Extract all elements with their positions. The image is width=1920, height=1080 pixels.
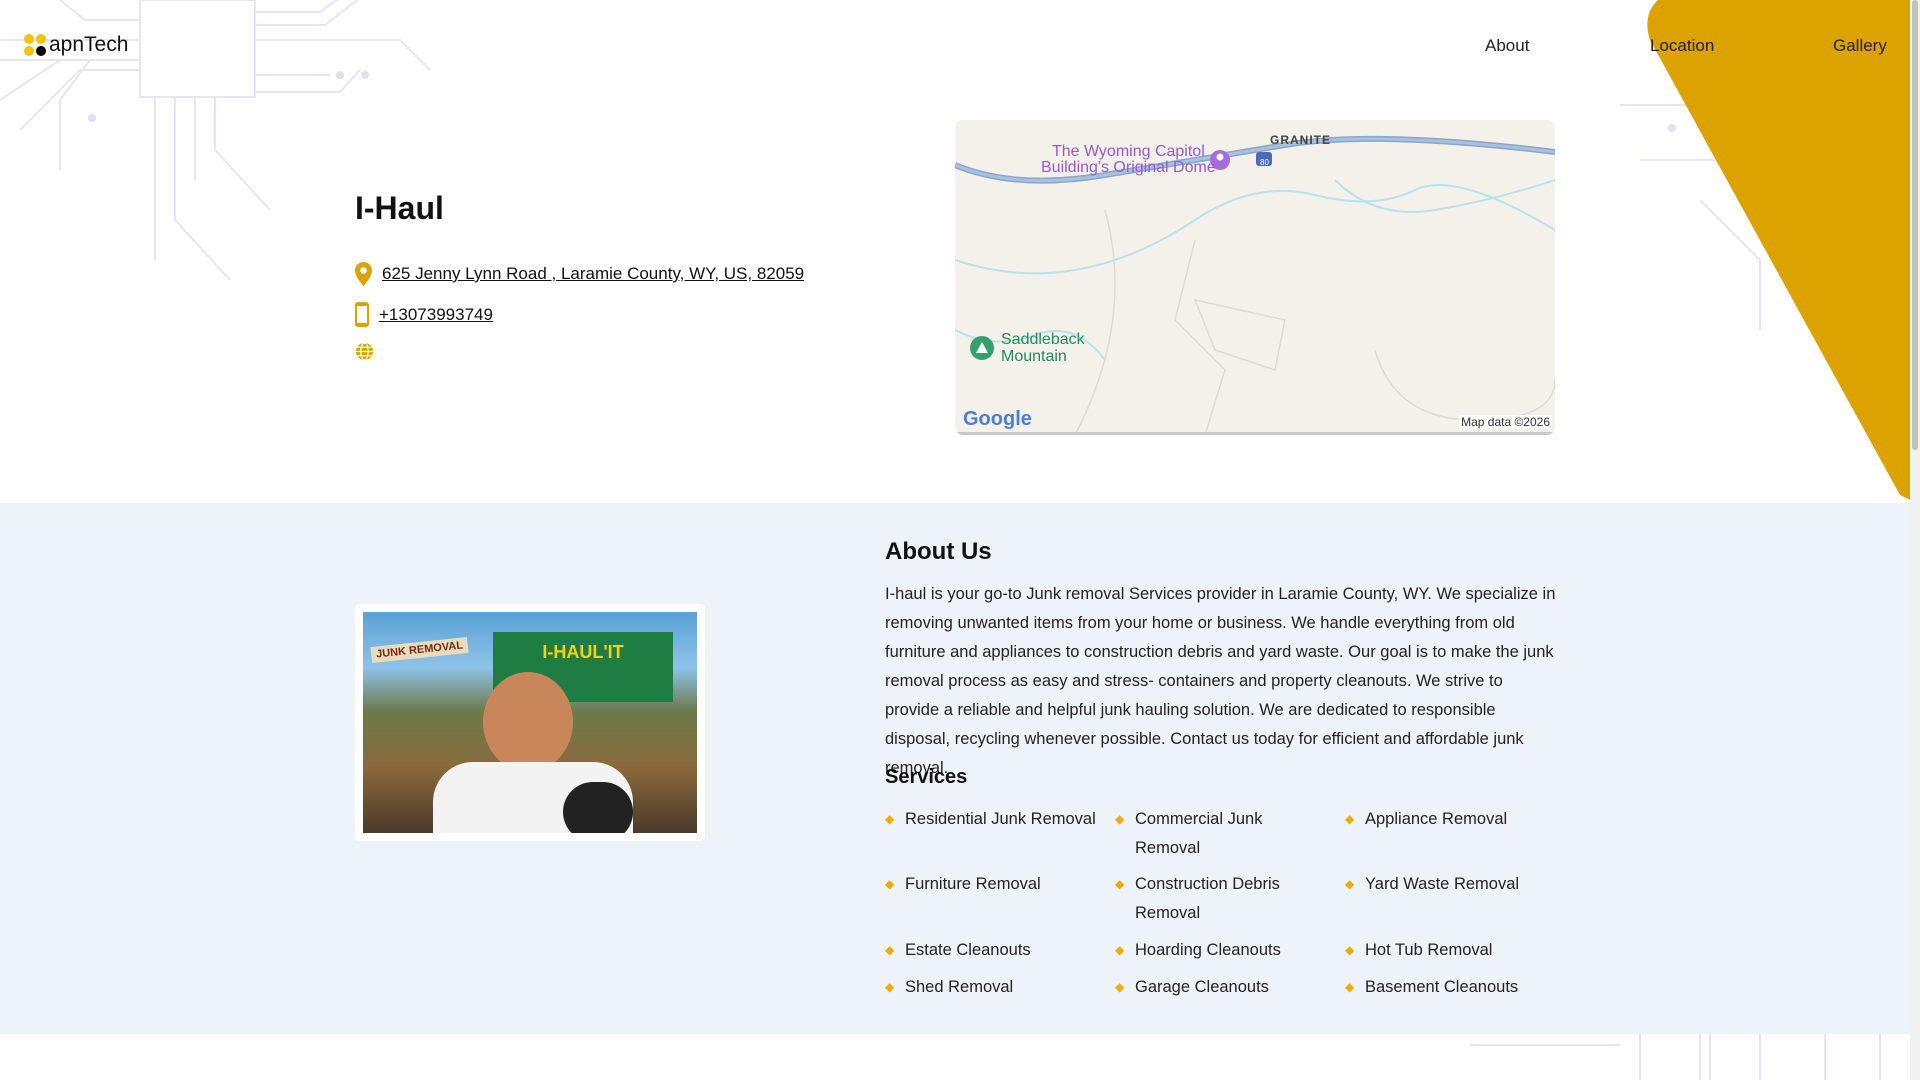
map-label-saddleback: Saddleback Mountain bbox=[1001, 331, 1085, 365]
service-item: ◆ Basement Cleanouts bbox=[1345, 973, 1560, 1002]
junk-removal-sign: JUNK REMOVAL bbox=[370, 636, 469, 664]
address-link[interactable]: 625 Jenny Lynn Road , Laramie County, WY… bbox=[382, 264, 804, 284]
service-label: Estate Cleanouts bbox=[905, 941, 1031, 959]
person bbox=[483, 672, 573, 772]
service-item: ◆ Commercial Junk Removal bbox=[1115, 805, 1330, 863]
diamond-bullet-icon: ◆ bbox=[1115, 877, 1125, 891]
service-item: ◆ Hot Tub Removal bbox=[1345, 936, 1560, 965]
logo[interactable]: apnTech bbox=[24, 33, 128, 57]
address-row: 625 Jenny Lynn Road , Laramie County, WY… bbox=[355, 262, 804, 286]
service-item: ◆ Residential Junk Removal bbox=[885, 805, 1100, 834]
diamond-bullet-icon: ◆ bbox=[1345, 877, 1355, 891]
service-label: Residential Junk Removal bbox=[905, 810, 1096, 828]
location-pin-icon bbox=[355, 262, 372, 286]
scrollbar-thumb[interactable] bbox=[1912, 0, 1918, 450]
decorative-yellow-shape bbox=[1647, 0, 1910, 500]
service-item: ◆ Furniture Removal bbox=[885, 870, 1100, 899]
diamond-bullet-icon: ◆ bbox=[1115, 943, 1125, 957]
map-attribution[interactable]: Map data ©2026 bbox=[1459, 415, 1552, 429]
service-item: ◆ Appliance Removal bbox=[1345, 805, 1560, 834]
service-label: Shed Removal bbox=[905, 978, 1014, 996]
business-photo: JUNK REMOVAL I-HAUL'IT bbox=[355, 604, 705, 841]
diamond-bullet-icon: ◆ bbox=[1345, 980, 1355, 994]
phone-icon bbox=[355, 302, 369, 327]
service-label: Hoarding Cleanouts bbox=[1135, 941, 1281, 959]
nav-location[interactable]: Location bbox=[1650, 36, 1714, 56]
service-item: ◆ Estate Cleanouts bbox=[885, 936, 1100, 965]
scrollbar[interactable] bbox=[1910, 0, 1920, 1080]
service-item: ◆ Shed Removal bbox=[885, 973, 1100, 1002]
services-heading: Services bbox=[885, 766, 968, 788]
map-label-granite: GRANITE bbox=[1270, 133, 1331, 147]
diamond-bullet-icon: ◆ bbox=[885, 812, 895, 826]
service-label: Commercial Junk Removal bbox=[1135, 810, 1263, 857]
service-label: Appliance Removal bbox=[1365, 810, 1508, 828]
diamond-bullet-icon: ◆ bbox=[885, 877, 895, 891]
service-item: ◆ Hoarding Cleanouts bbox=[1115, 936, 1330, 965]
service-item: ◆ Garage Cleanouts bbox=[1115, 973, 1330, 1002]
business-name: I-Haul bbox=[355, 190, 444, 226]
nav-about[interactable]: About bbox=[1485, 36, 1529, 56]
service-label: Yard Waste Removal bbox=[1365, 875, 1520, 893]
about-heading: About Us bbox=[885, 538, 992, 565]
globe-icon[interactable] bbox=[355, 342, 374, 361]
service-item: ◆ Yard Waste Removal bbox=[1345, 870, 1560, 899]
map-embed[interactable]: The Wyoming Capitol Building's Original D… bbox=[955, 120, 1555, 435]
diamond-bullet-icon: ◆ bbox=[1115, 980, 1125, 994]
diamond-bullet-icon: ◆ bbox=[1345, 812, 1355, 826]
logo-icon bbox=[24, 34, 46, 56]
diamond-bullet-icon: ◆ bbox=[1345, 943, 1355, 957]
about-text: I-haul is your go-to Junk removal Servic… bbox=[885, 585, 1556, 777]
phone-row: +13073993749 bbox=[355, 302, 493, 327]
google-logo: Google bbox=[963, 408, 1032, 430]
website-row bbox=[355, 342, 374, 361]
map-label-capitol: The Wyoming Capitol Building's Original D… bbox=[1041, 143, 1216, 176]
service-label: Hot Tub Removal bbox=[1365, 941, 1493, 959]
phone-link[interactable]: +13073993749 bbox=[379, 305, 493, 325]
service-label: Basement Cleanouts bbox=[1365, 978, 1519, 996]
logo-text: apnTech bbox=[49, 33, 129, 56]
nav-gallery[interactable]: Gallery bbox=[1833, 36, 1887, 56]
diamond-bullet-icon: ◆ bbox=[1115, 812, 1125, 826]
service-label: Furniture Removal bbox=[905, 875, 1041, 893]
interstate-shield: 80 bbox=[1260, 158, 1269, 167]
service-label: Construction Debris Removal bbox=[1135, 875, 1280, 922]
service-label: Garage Cleanouts bbox=[1135, 978, 1269, 996]
service-item: ◆ Construction Debris Removal bbox=[1115, 870, 1330, 928]
diamond-bullet-icon: ◆ bbox=[885, 943, 895, 957]
diamond-bullet-icon: ◆ bbox=[885, 980, 895, 994]
